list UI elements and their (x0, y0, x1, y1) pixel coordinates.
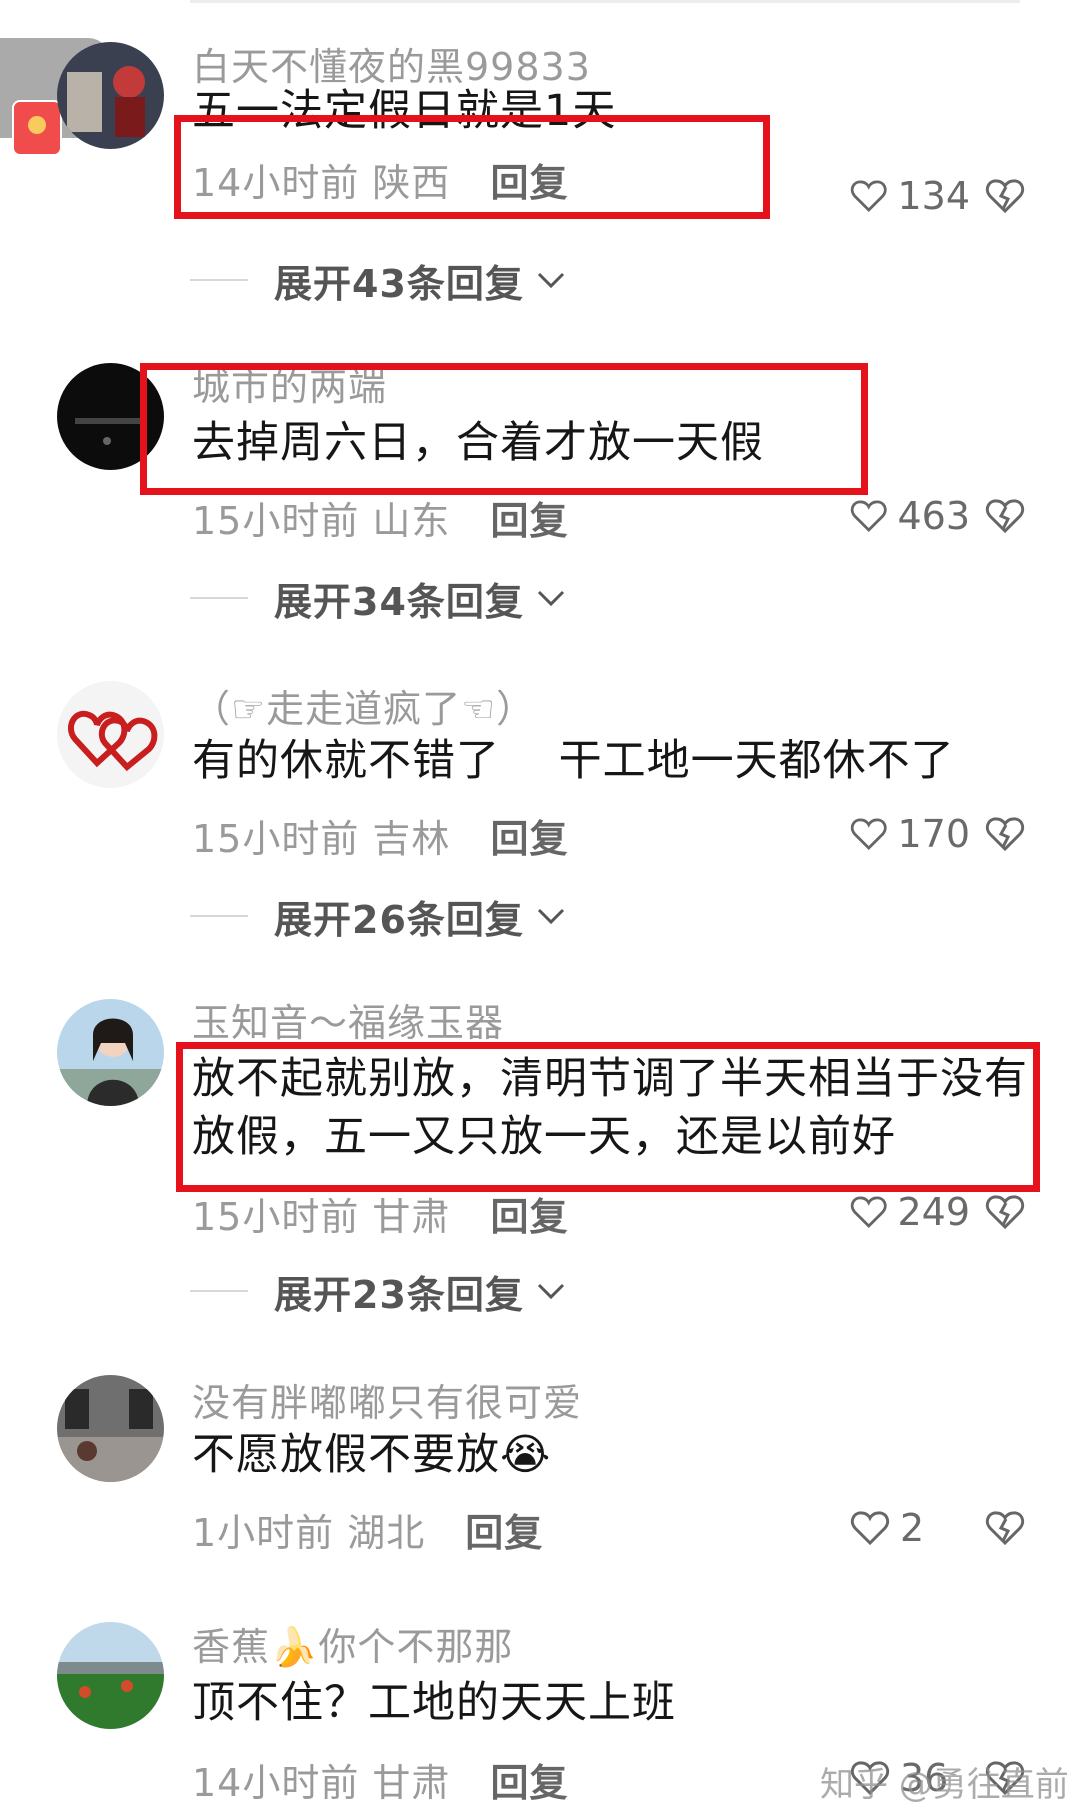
broken-heart-icon[interactable] (985, 814, 1025, 854)
like-button[interactable]: 2 (850, 1504, 970, 1552)
broken-heart-icon[interactable] (985, 176, 1025, 216)
like-count: 2 (900, 1506, 925, 1550)
expand-divider (190, 279, 248, 281)
comment-text: 五一法定假日就是1天 (192, 86, 617, 136)
username[interactable]: 没有胖嘟嘟只有很可爱 (192, 1372, 582, 1427)
username[interactable]: （☞走走道疯了☜） (192, 678, 535, 733)
time-location: 1小时前 湖北 (192, 1511, 426, 1555)
time-location: 14小时前 陕西 (192, 161, 451, 205)
time-location: 15小时前 吉林 (192, 817, 451, 861)
reply-button[interactable]: 回复 (465, 1511, 543, 1555)
comment-meta: 15小时前 山东 回复 (192, 490, 568, 545)
heart-icon (850, 818, 887, 851)
top-divider (190, 0, 1020, 3)
red-packet-icon (12, 100, 62, 156)
like-button[interactable]: 249 (850, 1188, 970, 1236)
avatar[interactable] (57, 42, 164, 149)
expand-divider (190, 597, 248, 599)
heart-icon (850, 1196, 887, 1229)
expand-replies-button[interactable]: 展开26条回复 (190, 891, 566, 942)
username[interactable]: 香蕉🍌你个不那那 (192, 1616, 513, 1671)
like-count: 170 (897, 812, 970, 856)
reply-button[interactable]: 回复 (490, 499, 568, 543)
avatar[interactable] (57, 999, 164, 1106)
reply-button[interactable]: 回复 (490, 1195, 568, 1239)
heart-icon (850, 500, 887, 533)
reply-button[interactable]: 回复 (490, 817, 568, 861)
expand-replies-label: 展开23条回复 (274, 1272, 524, 1317)
time-location: 15小时前 甘肃 (192, 1195, 451, 1239)
like-button[interactable]: 134 (850, 172, 970, 220)
broken-heart-icon[interactable] (985, 1192, 1025, 1232)
expand-divider (190, 1290, 248, 1292)
comment-meta: 14小时前 甘肃 回复 (192, 1752, 568, 1807)
expand-replies-button[interactable]: 展开23条回复 (190, 1266, 566, 1317)
like-button[interactable]: 463 (850, 492, 970, 540)
reply-button[interactable]: 回复 (490, 1761, 568, 1805)
time-location: 15小时前 山东 (192, 499, 451, 543)
chevron-down-icon (537, 908, 564, 925)
watermark: 知乎 @勇往直前 (820, 1765, 1069, 1805)
reply-button[interactable]: 回复 (490, 161, 568, 205)
time-location: 14小时前 甘肃 (192, 1761, 451, 1805)
comment-text: 顶不住？工地的天天上班 (192, 1678, 676, 1728)
broken-heart-icon[interactable] (985, 1508, 1025, 1548)
avatar[interactable] (57, 363, 164, 470)
expand-divider (190, 915, 248, 917)
comment-meta: 14小时前 陕西 回复 (192, 152, 568, 207)
like-count: 134 (897, 174, 970, 218)
heart-icon (850, 1511, 890, 1546)
expand-replies-label: 展开43条回复 (274, 261, 524, 306)
expand-replies-button[interactable]: 展开43条回复 (190, 255, 566, 306)
chevron-down-icon (537, 590, 564, 607)
like-count: 249 (897, 1190, 970, 1234)
like-count: 463 (897, 494, 970, 538)
expand-replies-button[interactable]: 展开34条回复 (190, 573, 566, 624)
comment-meta: 15小时前 甘肃 回复 (192, 1186, 568, 1241)
comment-text: 有的休就不错了 干工地一天都休不了 (192, 736, 955, 786)
comment-text: 不愿放假不要放😭 (192, 1430, 552, 1480)
expand-replies-label: 展开34条回复 (274, 579, 524, 624)
chevron-down-icon (537, 272, 564, 289)
avatar[interactable] (57, 1622, 164, 1729)
avatar[interactable] (57, 681, 164, 788)
chevron-down-icon (537, 1283, 564, 1300)
comment-text: 放不起就别放，清明节调了半天相当于没有放假，五一又只放一天，还是以前好 (192, 1054, 1028, 1162)
comment-meta: 15小时前 吉林 回复 (192, 808, 568, 863)
comment-text: 去掉周六日，合着才放一天假 (192, 418, 764, 468)
username[interactable]: 玉知音～福缘玉器 (192, 992, 504, 1047)
broken-heart-icon[interactable] (985, 496, 1025, 536)
avatar[interactable] (57, 1375, 164, 1482)
comment-meta: 1小时前 湖北 回复 (192, 1502, 543, 1557)
expand-replies-label: 展开26条回复 (274, 897, 524, 942)
heart-icon (850, 180, 887, 213)
like-button[interactable]: 170 (850, 810, 970, 858)
username[interactable]: 城市的两端 (192, 356, 387, 411)
